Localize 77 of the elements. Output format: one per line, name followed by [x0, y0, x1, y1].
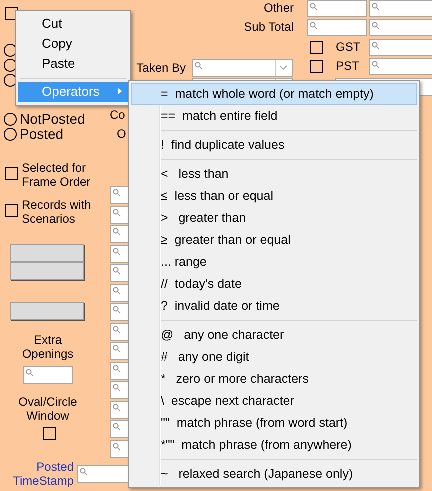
search-icon — [113, 286, 121, 294]
menu-item[interactable]: ! find duplicate values — [131, 134, 417, 156]
search-icon — [310, 22, 318, 30]
blank-button[interactable] — [10, 262, 84, 280]
field-label: Taken By — [136, 61, 186, 75]
search-icon — [113, 364, 121, 372]
field-label: Oval/Circle Window — [18, 395, 78, 423]
search-icon — [372, 61, 380, 69]
search-icon — [113, 345, 121, 353]
menu-item[interactable]: ~ relaxed search (Japanese only) — [131, 463, 417, 485]
search-icon — [113, 189, 121, 197]
search-field[interactable] — [369, 39, 432, 56]
field-label: NotPosted — [20, 111, 86, 127]
radio-button[interactable] — [4, 128, 17, 141]
menu-item[interactable]: @ any one character — [131, 324, 417, 346]
menu-item[interactable]: < less than — [131, 163, 417, 185]
checkbox[interactable] — [310, 60, 323, 73]
blank-button[interactable] — [10, 244, 84, 262]
menu-item[interactable]: "" match phrase (from word start) — [131, 412, 417, 434]
menu-item[interactable]: = match whole word (or match empty) — [131, 83, 417, 105]
field-label: GST — [336, 40, 361, 54]
search-icon — [113, 306, 121, 314]
search-icon — [113, 248, 121, 256]
search-icon — [113, 267, 121, 275]
search-field[interactable] — [369, 0, 432, 17]
menu-item[interactable]: ... range — [131, 251, 417, 273]
radio-button[interactable] — [4, 113, 17, 126]
field-label: PST — [336, 59, 360, 73]
menu-item[interactable]: == match entire field — [131, 105, 417, 127]
menu-item[interactable]: # any one digit — [131, 346, 417, 368]
search-icon — [372, 3, 380, 11]
search-field[interactable] — [369, 19, 432, 36]
search-field[interactable] — [369, 58, 432, 75]
search-icon — [113, 442, 121, 450]
field-label: Sub Total — [243, 20, 294, 34]
field-label: Extra Openings — [21, 333, 75, 361]
submenu-arrow-icon — [118, 88, 122, 95]
checkbox[interactable] — [5, 167, 18, 180]
field-label: Posted — [20, 126, 64, 142]
field-label: O — [117, 127, 126, 141]
menu-item[interactable]: Copy — [18, 34, 128, 54]
field-label: Posted TimeStamp — [12, 460, 74, 488]
checkbox[interactable] — [5, 204, 18, 217]
menu-item[interactable]: *"" match phrase (from anywhere) — [131, 434, 417, 456]
search-icon — [80, 468, 88, 476]
search-field[interactable] — [307, 19, 367, 36]
search-icon — [372, 22, 380, 30]
search-icon — [113, 326, 121, 334]
search-icon — [113, 384, 121, 392]
field-label: Selected for Frame Order — [22, 161, 92, 189]
field-label: Other — [262, 1, 294, 15]
menu-item[interactable]: > greater than — [131, 207, 417, 229]
menu-item[interactable]: Paste — [18, 54, 128, 74]
menu-item[interactable]: ? invalid date or time — [131, 295, 417, 317]
checkbox[interactable] — [43, 427, 56, 440]
menu-item[interactable]: // today's date — [131, 273, 417, 295]
menu-item[interactable]: * zero or more characters — [131, 368, 417, 390]
search-icon — [310, 3, 318, 11]
chevron-down-icon — [279, 65, 288, 71]
search-icon — [113, 228, 121, 236]
search-icon — [26, 369, 34, 377]
menu-item[interactable]: ≤ less than or equal — [131, 185, 417, 207]
menu-item[interactable]: \ escape next character — [131, 390, 417, 412]
search-field[interactable] — [23, 366, 73, 384]
search-field[interactable] — [307, 0, 367, 17]
blank-button[interactable] — [10, 302, 84, 320]
search-icon — [113, 423, 121, 431]
search-icon — [113, 404, 121, 412]
search-icon — [195, 62, 203, 70]
field-label: Records with Scenarios — [22, 198, 92, 226]
search-icon — [372, 42, 380, 50]
menu-item[interactable]: Cut — [18, 14, 128, 34]
field-label: Co — [110, 108, 126, 122]
checkbox[interactable] — [310, 41, 323, 54]
search-field[interactable] — [192, 59, 293, 77]
menu-item[interactable]: ≥ greater than or equal — [131, 229, 417, 251]
search-icon — [113, 208, 121, 216]
